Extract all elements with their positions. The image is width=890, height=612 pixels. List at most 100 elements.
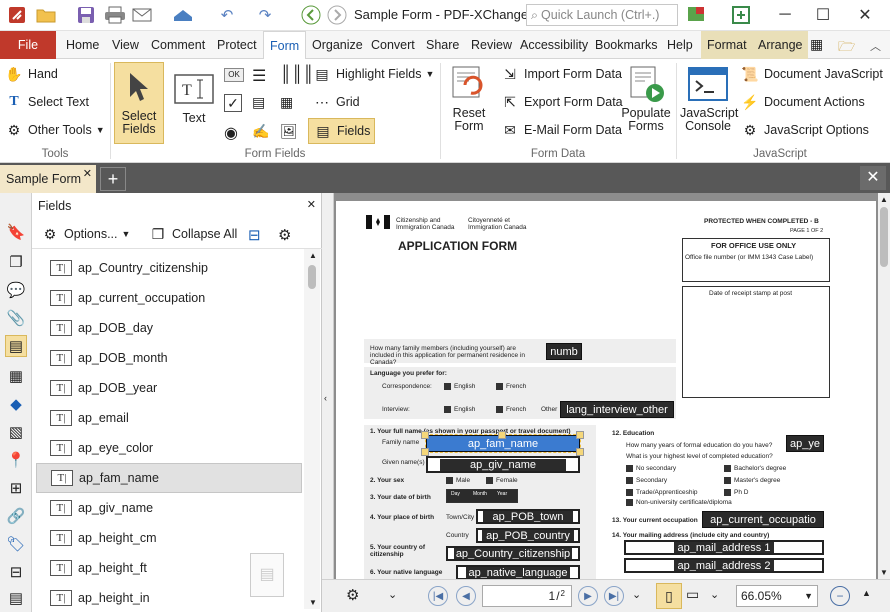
list-item[interactable]: T| ap_height_cm bbox=[36, 523, 302, 553]
javascript-console-button[interactable]: JavaScript Console bbox=[680, 64, 738, 133]
field-ap-current-occupation[interactable]: ap_current_occupatio bbox=[702, 511, 824, 528]
tab-home[interactable]: Home bbox=[60, 31, 105, 59]
list-item[interactable]: T| ap_DOB_day bbox=[36, 313, 302, 343]
combo-box-icon[interactable]: ▤ bbox=[252, 94, 265, 111]
tab-organize[interactable]: Organize bbox=[306, 31, 369, 59]
zoom-select[interactable]: 66.05% ▼ bbox=[736, 585, 818, 607]
radio-button-icon[interactable]: ◉ bbox=[224, 123, 238, 143]
email-form-data-button[interactable]: ✉ E-Mail Form Data bbox=[500, 120, 622, 140]
zoom-out-button[interactable]: − bbox=[830, 586, 850, 606]
forward-icon[interactable] bbox=[326, 4, 348, 26]
barcode-icon[interactable]: ║║║ bbox=[280, 66, 314, 84]
list-item[interactable]: T| ap_current_occupation bbox=[36, 283, 302, 313]
print-icon[interactable] bbox=[102, 4, 128, 26]
undo-icon[interactable]: ↶ bbox=[216, 4, 238, 26]
field-ap-native-language[interactable]: ap_native_language bbox=[456, 565, 580, 579]
resize-handle[interactable] bbox=[421, 431, 429, 439]
document-actions-button[interactable]: ⚡ Document Actions bbox=[740, 92, 864, 112]
reset-form-button[interactable]: Reset Form bbox=[446, 64, 492, 133]
document-scrollbar-thumb[interactable] bbox=[880, 207, 888, 267]
layout-dropdown-icon[interactable]: ⌄ bbox=[710, 588, 719, 601]
list-item[interactable]: T| ap_Country_citizenship bbox=[36, 253, 302, 283]
tab-accessibility[interactable]: Accessibility bbox=[514, 31, 594, 59]
collapse-all-button[interactable]: ❐ Collapse All bbox=[148, 224, 238, 244]
tab-bookmarks[interactable]: Bookmarks bbox=[589, 31, 664, 59]
prev-page-button[interactable]: ◀ bbox=[456, 586, 476, 606]
quick-launch-input[interactable]: ⌕ Quick Launch (Ctrl+.) bbox=[526, 4, 678, 26]
scan-icon[interactable] bbox=[170, 4, 196, 26]
first-page-button[interactable]: |◀ bbox=[428, 586, 448, 606]
minimize-button[interactable]: ─ bbox=[770, 3, 800, 27]
links-icon[interactable]: 🔗 bbox=[5, 505, 27, 527]
single-page-view-icon[interactable]: ▯ bbox=[656, 583, 682, 609]
page-number-input[interactable]: 1/2 bbox=[482, 585, 572, 607]
field-lang-interview-other[interactable]: lang_interview_other bbox=[560, 401, 674, 418]
date-field-icon[interactable]: ▦ bbox=[280, 94, 293, 111]
list-item[interactable]: T| ap_giv_name bbox=[36, 493, 302, 523]
properties-icon[interactable]: ▦ bbox=[5, 365, 27, 387]
javascript-options-button[interactable]: ⚙ JavaScript Options bbox=[740, 120, 869, 140]
new-tab-button[interactable]: + bbox=[100, 167, 126, 191]
checkbox-edu[interactable] bbox=[724, 465, 731, 472]
button-field-icon[interactable]: OK bbox=[224, 68, 244, 82]
select-fields-button[interactable]: Select Fields bbox=[114, 62, 164, 144]
bookmarks-icon[interactable]: 🔖 bbox=[5, 221, 27, 243]
zoom-slider-toggle[interactable]: ▲ bbox=[862, 588, 871, 598]
hand-tool-button[interactable]: ✋ Hand bbox=[4, 64, 58, 84]
select-text-button[interactable]: T Select Text bbox=[4, 92, 89, 112]
field-properties-icon[interactable]: ⊟ bbox=[248, 226, 261, 244]
resize-handle[interactable] bbox=[421, 448, 429, 456]
doc-tab-sample-form[interactable]: Sample Form ✕ bbox=[0, 165, 96, 193]
tab-protect[interactable]: Protect bbox=[211, 31, 263, 59]
fields-pane-icon[interactable]: ▤ bbox=[5, 335, 27, 357]
checkbox-edu[interactable] bbox=[626, 499, 633, 506]
tab-file[interactable]: File bbox=[0, 31, 56, 59]
checkbox-male[interactable] bbox=[446, 477, 453, 484]
field-ap-pob-town[interactable]: ap_POB_town bbox=[476, 509, 580, 524]
collapse-ribbon-icon[interactable]: ︿ bbox=[870, 38, 881, 54]
tab-arrange[interactable]: Arrange bbox=[752, 31, 809, 59]
scrollbar-thumb[interactable] bbox=[308, 265, 316, 289]
splitter[interactable]: ‹ bbox=[322, 193, 334, 579]
status-dropdown-icon[interactable]: ⌄ bbox=[388, 588, 397, 601]
field-settings-icon[interactable]: ⚙ bbox=[278, 226, 291, 244]
field-numb[interactable]: numb bbox=[546, 343, 582, 360]
content-icon[interactable]: ▧ bbox=[5, 421, 27, 443]
open-folder-icon[interactable] bbox=[34, 4, 58, 26]
tab-form[interactable]: Form bbox=[263, 31, 307, 60]
field-ap-pob-country[interactable]: ap_POB_country bbox=[476, 528, 580, 543]
field-ap-mail-address-2[interactable]: ap_mail_address 2 bbox=[624, 558, 824, 573]
save-icon[interactable] bbox=[74, 4, 98, 26]
list-item[interactable]: T| ap_DOB_year bbox=[36, 373, 302, 403]
field-ap-giv-name[interactable]: ap_giv_name bbox=[426, 456, 580, 473]
tab-format[interactable]: Format bbox=[701, 31, 753, 59]
back-icon[interactable] bbox=[300, 4, 322, 26]
structure-icon[interactable]: ⊞ bbox=[5, 477, 27, 499]
nav-dropdown-icon[interactable]: ⌄ bbox=[632, 588, 641, 601]
tab-share[interactable]: Share bbox=[420, 31, 465, 59]
checkbox-int-english[interactable] bbox=[444, 406, 451, 413]
text-field-button[interactable]: T Text bbox=[170, 69, 218, 125]
other-tools-button[interactable]: ⚙ Other Tools ▼ bbox=[4, 120, 105, 140]
order-icon[interactable]: ⊟ bbox=[5, 561, 27, 583]
email-icon[interactable] bbox=[130, 4, 156, 26]
maximize-button[interactable]: ☐ bbox=[808, 3, 838, 27]
highlight-fields-button[interactable]: ▤ Highlight Fields ▼ bbox=[312, 64, 434, 84]
tags-icon[interactable]: 🏷 bbox=[5, 533, 27, 555]
checkbox-edu[interactable] bbox=[626, 477, 633, 484]
image-field-icon[interactable]: 🖼 bbox=[280, 123, 298, 140]
close-panel-icon[interactable]: ✕ bbox=[307, 198, 316, 211]
attachments-icon[interactable]: 📎 bbox=[5, 307, 27, 329]
list-item[interactable]: T| ap_DOB_month bbox=[36, 343, 302, 373]
field-ap-ye[interactable]: ap_ye bbox=[786, 435, 824, 452]
thumbnails-icon[interactable]: ❐ bbox=[5, 251, 27, 273]
close-window-button[interactable]: ✕ bbox=[850, 3, 880, 27]
tab-view[interactable]: View bbox=[106, 31, 145, 59]
tab-review[interactable]: Review bbox=[465, 31, 518, 59]
checkbox-edu[interactable] bbox=[724, 477, 731, 484]
checkbox-int-french[interactable] bbox=[496, 406, 503, 413]
ui-options-icon[interactable] bbox=[684, 4, 710, 26]
signature-field-icon[interactable]: ✍ bbox=[252, 123, 269, 140]
import-form-data-button[interactable]: ⇲ Import Form Data bbox=[500, 64, 622, 84]
list-box-icon[interactable]: ☰ bbox=[252, 66, 266, 86]
